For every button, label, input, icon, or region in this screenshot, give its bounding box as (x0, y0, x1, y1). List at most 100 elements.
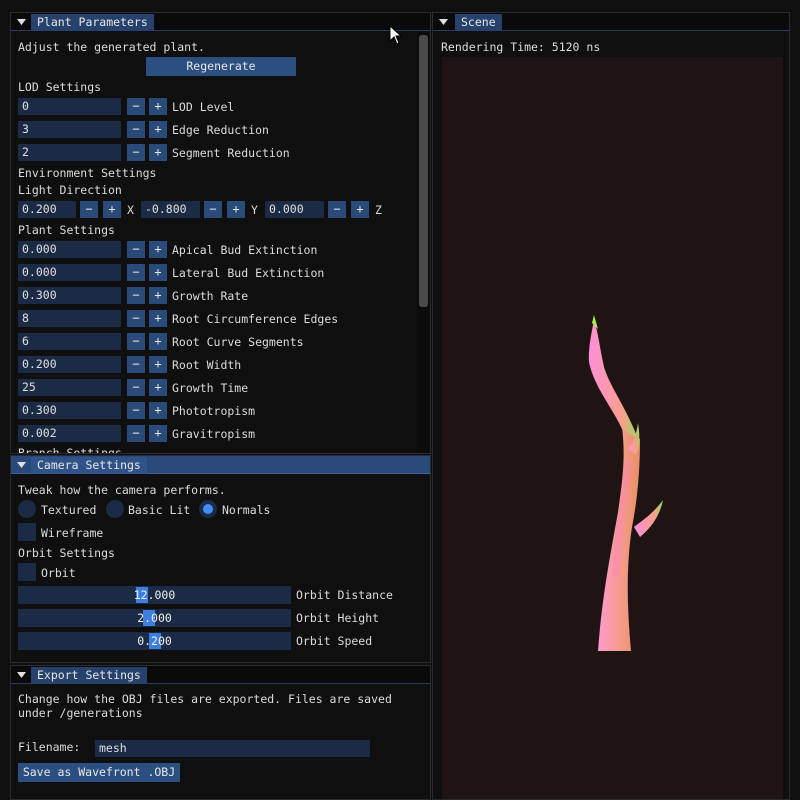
scrollbar-thumb[interactable] (419, 35, 428, 307)
increment-button[interactable]: + (149, 425, 167, 442)
edge-reduction-input[interactable]: 3 (18, 121, 121, 138)
light-z-input[interactable]: 0.000 (265, 201, 324, 218)
orbit-height-value: 2.000 (137, 611, 172, 625)
apical-bud-extinction-label: Apical Bud Extinction (172, 243, 318, 257)
filename-label: Filename: (18, 740, 81, 754)
increment-button[interactable]: + (149, 241, 167, 258)
orbit-speed-label: Orbit Speed (296, 634, 373, 648)
lod-level-label: LOD Level (172, 100, 235, 114)
segment-reduction-input[interactable]: 2 (18, 144, 121, 161)
increment-button[interactable]: + (149, 121, 167, 138)
plant-parameters-titlebar[interactable]: Plant Parameters (11, 13, 430, 31)
increment-button[interactable]: + (149, 333, 167, 350)
increment-button[interactable]: + (149, 144, 167, 161)
textured-label: Textured (41, 503, 97, 517)
scene-titlebar[interactable]: Scene (433, 13, 789, 31)
lod-heading: LOD Settings (18, 80, 102, 94)
root-curve-segments-input[interactable]: 6 (18, 333, 121, 350)
collapse-triangle-icon[interactable] (17, 17, 26, 27)
light-y-input[interactable]: -0.800 (141, 201, 200, 218)
wireframe-checkbox[interactable] (18, 523, 36, 541)
plant-parameters-scrollbar[interactable] (417, 32, 430, 453)
collapse-triangle-icon[interactable] (439, 17, 448, 27)
decrement-button[interactable]: − (127, 379, 145, 396)
camera-settings-titlebar[interactable]: Camera Settings (11, 456, 430, 474)
growth-rate-label: Growth Rate (172, 289, 249, 303)
decrement-button[interactable]: − (127, 402, 145, 419)
light-x-input[interactable]: 0.200 (18, 201, 76, 218)
orbit-speed-value: 0.200 (137, 634, 172, 648)
orbit-label: Orbit (41, 566, 76, 580)
regenerate-button[interactable]: Regenerate (146, 57, 296, 76)
basic-lit-radio[interactable] (106, 500, 124, 518)
export-settings-titlebar[interactable]: Export Settings (11, 666, 430, 684)
save-obj-button[interactable]: Save as Wavefront .OBJ (18, 763, 180, 782)
lateral-bud-extinction-input[interactable]: 0.000 (18, 264, 121, 281)
decrement-button[interactable]: − (127, 121, 145, 138)
scene-viewport[interactable] (442, 57, 783, 799)
camera-settings-title: Camera Settings (31, 457, 147, 474)
growth-rate-input[interactable]: 0.300 (18, 287, 121, 304)
increment-button[interactable]: + (149, 310, 167, 327)
decrement-button[interactable]: − (328, 201, 346, 218)
orbit-speed-slider[interactable]: 0.200 (18, 632, 291, 650)
lod-level-input[interactable]: 0 (18, 98, 121, 115)
export-description-line2: under /generations (18, 706, 143, 720)
root-circumference-edges-label: Root Circumference Edges (172, 312, 339, 326)
plant-intro-text: Adjust the generated plant. (18, 40, 205, 54)
decrement-button[interactable]: − (127, 425, 145, 442)
decrement-button[interactable]: − (127, 287, 145, 304)
wireframe-label: Wireframe (41, 526, 104, 540)
mouse-cursor-icon (389, 25, 403, 45)
orbit-distance-slider[interactable]: 12.000 (18, 586, 291, 604)
rendering-time-text: Rendering Time: 5120 ns (441, 40, 601, 54)
filename-input[interactable]: mesh (95, 740, 370, 757)
growth-time-input[interactable]: 25 (18, 379, 121, 396)
normals-radio[interactable] (199, 500, 217, 518)
increment-button[interactable]: + (149, 98, 167, 115)
scene-title: Scene (455, 14, 502, 31)
increment-button[interactable]: + (103, 201, 121, 218)
plant-mesh-render (588, 315, 663, 651)
branch-settings-heading: Branch Settings (18, 446, 122, 454)
decrement-button[interactable]: − (127, 264, 145, 281)
decrement-button[interactable]: − (127, 333, 145, 350)
root-circumference-edges-input[interactable]: 8 (18, 310, 121, 327)
root-width-input[interactable]: 0.200 (18, 356, 121, 373)
increment-button[interactable]: + (149, 379, 167, 396)
phototropism-label: Phototropism (172, 404, 256, 418)
increment-button[interactable]: + (227, 201, 245, 218)
increment-button[interactable]: + (351, 201, 369, 218)
decrement-button[interactable]: − (127, 356, 145, 373)
increment-button[interactable]: + (149, 402, 167, 419)
increment-button[interactable]: + (149, 356, 167, 373)
increment-button[interactable]: + (149, 287, 167, 304)
decrement-button[interactable]: − (127, 241, 145, 258)
gravitropism-input[interactable]: 0.002 (18, 425, 121, 442)
export-settings-title: Export Settings (31, 667, 147, 684)
decrement-button[interactable]: − (80, 201, 98, 218)
phototropism-input[interactable]: 0.300 (18, 402, 121, 419)
decrement-button[interactable]: − (127, 144, 145, 161)
orbit-checkbox[interactable] (18, 563, 36, 581)
plant-parameters-title: Plant Parameters (31, 14, 154, 31)
light-direction-heading: Light Direction (18, 183, 122, 197)
increment-button[interactable]: + (149, 264, 167, 281)
orbit-height-slider[interactable]: 2.000 (18, 609, 291, 627)
root-curve-segments-label: Root Curve Segments (172, 335, 304, 349)
collapse-triangle-icon[interactable] (17, 460, 26, 470)
textured-radio[interactable] (18, 500, 36, 518)
gravitropism-label: Gravitropism (172, 427, 256, 441)
axis-y-label: Y (251, 203, 258, 217)
export-description-line1: Change how the OBJ files are exported. F… (18, 692, 392, 706)
segment-reduction-label: Segment Reduction (172, 146, 290, 160)
decrement-button[interactable]: − (127, 310, 145, 327)
axis-z-label: Z (375, 203, 382, 217)
apical-bud-extinction-input[interactable]: 0.000 (18, 241, 121, 258)
orbit-settings-heading: Orbit Settings (18, 546, 115, 560)
camera-settings-window: Camera Settings Tweak how the camera per… (10, 455, 431, 663)
collapse-triangle-icon[interactable] (17, 670, 26, 680)
decrement-button[interactable]: − (127, 98, 145, 115)
environment-heading: Environment Settings (18, 166, 157, 180)
decrement-button[interactable]: − (204, 201, 222, 218)
